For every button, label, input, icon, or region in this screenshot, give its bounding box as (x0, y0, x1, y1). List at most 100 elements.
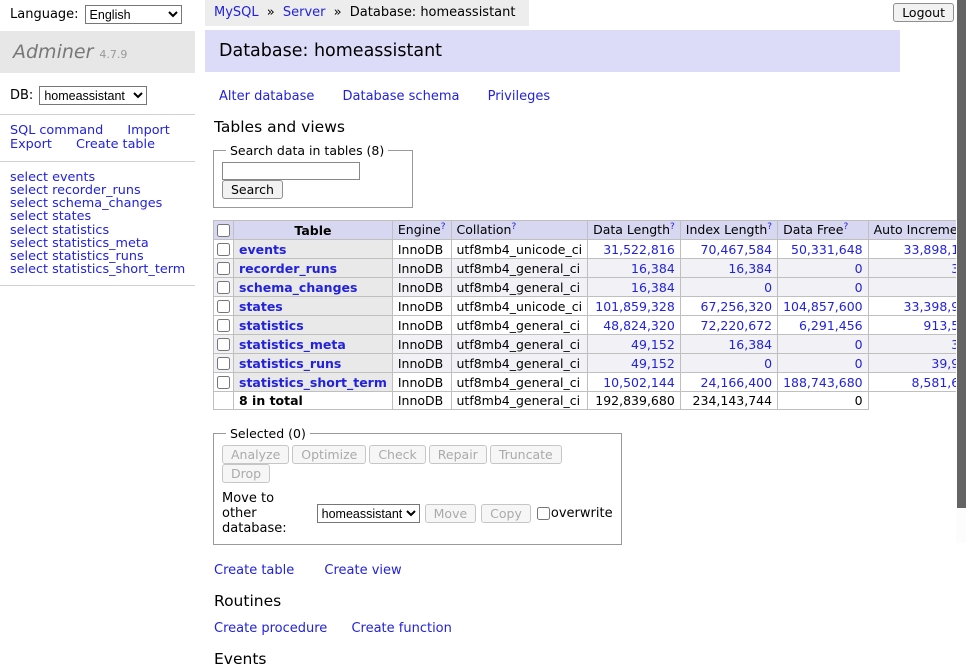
table-name-link[interactable]: states (239, 299, 283, 314)
table-name-link[interactable]: events (239, 242, 286, 257)
search-button[interactable]: Search (222, 180, 283, 199)
data-free-link[interactable]: 188,743,680 (783, 375, 863, 390)
create-view-link[interactable]: Create view (324, 563, 401, 578)
table-name-link[interactable]: statistics (239, 318, 304, 333)
data-free-link[interactable]: 0 (855, 280, 863, 295)
table-name-link[interactable]: schema_changes (239, 280, 357, 295)
data-free-link[interactable]: 50,331,648 (791, 242, 863, 257)
table-name-link[interactable]: statistics_meta (239, 337, 346, 352)
tables-body: eventsInnoDButf8mb4_unicode_ci31,522,816… (214, 240, 966, 410)
index-length-link[interactable]: 72,220,672 (701, 318, 773, 333)
help-link[interactable]: ? (767, 222, 772, 232)
help-link[interactable]: ? (441, 222, 446, 232)
cell-data-length: 10,502,144 (588, 373, 681, 392)
data-length-link[interactable]: 16,384 (631, 261, 675, 276)
table-name-link[interactable]: recorder_runs (239, 261, 337, 276)
column-header-data-free: Data Free? (778, 221, 869, 240)
sql-command-link[interactable]: SQL command (10, 123, 103, 138)
drop-button[interactable]: Drop (222, 464, 270, 483)
breadcrumb-separator: » (267, 5, 275, 20)
data-length-link[interactable]: 10,502,144 (603, 375, 675, 390)
table-row: statistics_runsInnoDButf8mb4_general_ci4… (214, 354, 966, 373)
total-data-length: 192,839,680 (588, 392, 681, 410)
index-length-link[interactable]: 0 (764, 280, 772, 295)
sidebar-select-link[interactable]: select statistics (10, 224, 195, 237)
index-length-link[interactable]: 67,256,320 (701, 299, 773, 314)
row-checkbox[interactable] (217, 338, 230, 351)
move-button[interactable]: Move (425, 504, 477, 523)
index-length-link[interactable]: 24,166,400 (701, 375, 773, 390)
database-schema-link[interactable]: Database schema (343, 89, 460, 104)
index-length-link[interactable]: 16,384 (728, 337, 772, 352)
sidebar-select-link[interactable]: select statistics_short_term (10, 263, 195, 276)
cell-collation: utf8mb4_general_ci (451, 335, 588, 354)
copy-button[interactable]: Copy (481, 504, 531, 523)
cell-data-free: 0 (778, 259, 869, 278)
create-table-link[interactable]: Create table (76, 137, 155, 152)
row-checkbox-cell (214, 316, 234, 335)
cell-engine: InnoDB (392, 259, 451, 278)
cell-name: recorder_runs (234, 259, 393, 278)
move-database-select[interactable]: homeassistant (317, 504, 420, 523)
table-name-link[interactable]: statistics_short_term (239, 375, 387, 390)
events-heading: Events (214, 650, 905, 668)
cell-auto-increment: 378 (868, 259, 966, 278)
column-header-label: Table (294, 223, 331, 238)
data-free-link[interactable]: 0 (855, 356, 863, 371)
truncate-button[interactable]: Truncate (490, 445, 562, 464)
scrollbar-thumb[interactable] (957, 0, 966, 508)
data-length-link[interactable]: 101,859,328 (595, 299, 675, 314)
cell-data-free: 6,291,456 (778, 316, 869, 335)
data-length-link[interactable]: 49,152 (631, 337, 675, 352)
breadcrumb-mysql-link[interactable]: MySQL (214, 5, 259, 20)
create-table-link-main[interactable]: Create table (214, 563, 294, 578)
index-length-link[interactable]: 0 (764, 356, 772, 371)
data-length-link[interactable]: 16,384 (631, 280, 675, 295)
row-checkbox[interactable] (217, 281, 230, 294)
column-header-table: Table (234, 221, 393, 240)
breadcrumb-current: Database: homeassistant (350, 5, 516, 20)
alter-database-link[interactable]: Alter database (219, 89, 314, 104)
breadcrumb-server-link[interactable]: Server (283, 5, 326, 20)
db-select[interactable]: homeassistant (39, 86, 147, 105)
cell-data-length: 101,859,328 (588, 297, 681, 316)
column-header-label: Index Length (686, 223, 768, 238)
import-link[interactable]: Import (127, 123, 169, 138)
privileges-link[interactable]: Privileges (488, 89, 551, 104)
data-free-link[interactable]: 0 (855, 337, 863, 352)
check-button[interactable]: Check (369, 445, 425, 464)
export-link[interactable]: Export (10, 137, 52, 152)
row-checkbox[interactable] (217, 243, 230, 256)
overwrite-label-wrap: overwrite (536, 506, 613, 521)
create-function-link[interactable]: Create function (351, 621, 451, 636)
index-length-link[interactable]: 16,384 (728, 261, 772, 276)
help-link[interactable]: ? (843, 222, 848, 232)
create-procedure-link[interactable]: Create procedure (214, 621, 327, 636)
help-link[interactable]: ? (670, 222, 675, 232)
row-checkbox[interactable] (217, 319, 230, 332)
scrollbar-track[interactable] (956, 0, 966, 543)
table-name-link[interactable]: statistics_runs (239, 356, 341, 371)
sidebar-select-link[interactable]: select states (10, 210, 195, 223)
data-length-link[interactable]: 49,152 (631, 356, 675, 371)
language-select[interactable]: English (85, 5, 182, 24)
logout-button[interactable]: Logout (893, 3, 954, 22)
repair-button[interactable]: Repair (429, 445, 487, 464)
row-checkbox[interactable] (217, 376, 230, 389)
search-input[interactable] (222, 162, 360, 180)
data-free-link[interactable]: 6,291,456 (799, 318, 863, 333)
data-length-link[interactable]: 31,522,816 (603, 242, 675, 257)
row-checkbox[interactable] (217, 357, 230, 370)
data-free-link[interactable]: 104,857,600 (783, 299, 863, 314)
help-link[interactable]: ? (511, 222, 516, 232)
row-checkbox[interactable] (217, 262, 230, 275)
cell-name: statistics_short_term (234, 373, 393, 392)
index-length-link[interactable]: 70,467,584 (701, 242, 773, 257)
overwrite-checkbox[interactable] (537, 507, 550, 520)
optimize-button[interactable]: Optimize (292, 445, 366, 464)
row-checkbox[interactable] (217, 300, 230, 313)
data-length-link[interactable]: 48,824,320 (603, 318, 675, 333)
analyze-button[interactable]: Analyze (222, 445, 289, 464)
data-free-link[interactable]: 0 (855, 261, 863, 276)
select-all-checkbox[interactable] (217, 224, 230, 237)
